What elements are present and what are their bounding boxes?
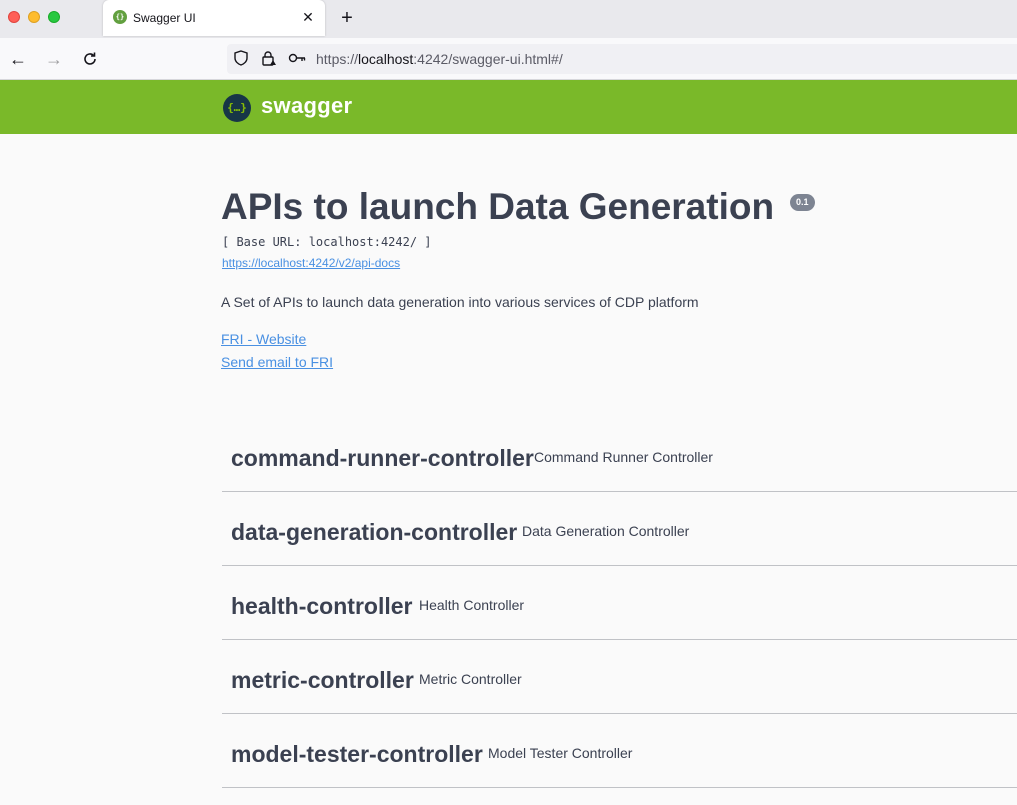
- new-tab-button[interactable]: +: [336, 6, 358, 30]
- url-path: :4242/swagger-ui.html#/: [413, 51, 563, 67]
- tag-section-health[interactable]: health-controller Health Controller: [222, 566, 1017, 640]
- url-host: localhost: [358, 51, 414, 67]
- tag-section-metric[interactable]: metric-controller Metric Controller: [222, 640, 1017, 714]
- tag-name[interactable]: metric-controller: [231, 667, 414, 694]
- swagger-topbar: {…} swagger: [0, 80, 1017, 134]
- back-arrow-icon[interactable]: ←: [6, 47, 30, 71]
- api-description: A Set of APIs to launch data generation …: [221, 294, 699, 310]
- close-tab-icon[interactable]: ✕: [299, 8, 317, 26]
- tag-description: Command Runner Controller: [534, 449, 713, 465]
- shield-icon[interactable]: [232, 50, 250, 68]
- tag-section-command-runner[interactable]: command-runner-controller Command Runner…: [222, 418, 1017, 492]
- tag-name[interactable]: data-generation-controller: [231, 519, 517, 546]
- reload-icon[interactable]: [78, 47, 102, 71]
- tag-name[interactable]: command-runner-controller: [231, 445, 534, 472]
- base-url: [ Base URL: localhost:4242/ ]: [222, 235, 432, 249]
- url-prefix: https://: [316, 51, 359, 67]
- tag-description: Data Generation Controller: [522, 523, 690, 539]
- swagger-favicon-icon: {}: [113, 10, 127, 24]
- tag-description: Model Tester Controller: [488, 745, 633, 761]
- close-window-button[interactable]: [8, 11, 20, 23]
- minimize-window-button[interactable]: [28, 11, 40, 23]
- tag-section-data-generation[interactable]: data-generation-controller Data Generati…: [222, 492, 1017, 566]
- website-link[interactable]: FRI - Website: [221, 331, 306, 347]
- swagger-logo-text[interactable]: swagger: [261, 93, 352, 119]
- browser-tab-bar: {} Swagger UI ✕ +: [0, 0, 1017, 38]
- forward-arrow-icon[interactable]: →: [42, 47, 66, 71]
- lock-warning-icon[interactable]: [260, 50, 278, 68]
- tag-name[interactable]: health-controller: [231, 593, 412, 620]
- tag-description: Health Controller: [419, 597, 525, 613]
- version-badge: 0.1: [790, 194, 815, 211]
- url-text[interactable]: https://localhost:4242/swagger-ui.html#/: [316, 51, 563, 67]
- tag-section-model-tester[interactable]: model-tester-controller Model Tester Con…: [222, 714, 1017, 788]
- key-icon[interactable]: [288, 50, 306, 68]
- email-link[interactable]: Send email to FRI: [221, 354, 333, 370]
- tag-description: Metric Controller: [419, 671, 522, 687]
- browser-tab[interactable]: {} Swagger UI ✕: [103, 0, 325, 36]
- swagger-logo-icon[interactable]: {…}: [223, 94, 251, 122]
- browser-nav-bar: ← → https://localhost:4242/swagger-ui.ht…: [0, 38, 1017, 80]
- api-docs-link[interactable]: https://localhost:4242/v2/api-docs: [222, 256, 400, 270]
- tab-title: Swagger UI: [133, 11, 196, 25]
- tag-name[interactable]: model-tester-controller: [231, 741, 483, 768]
- address-bar[interactable]: https://localhost:4242/swagger-ui.html#/: [227, 44, 1017, 74]
- zoom-window-button[interactable]: [48, 11, 60, 23]
- api-title: APIs to launch Data Generation: [221, 186, 775, 227]
